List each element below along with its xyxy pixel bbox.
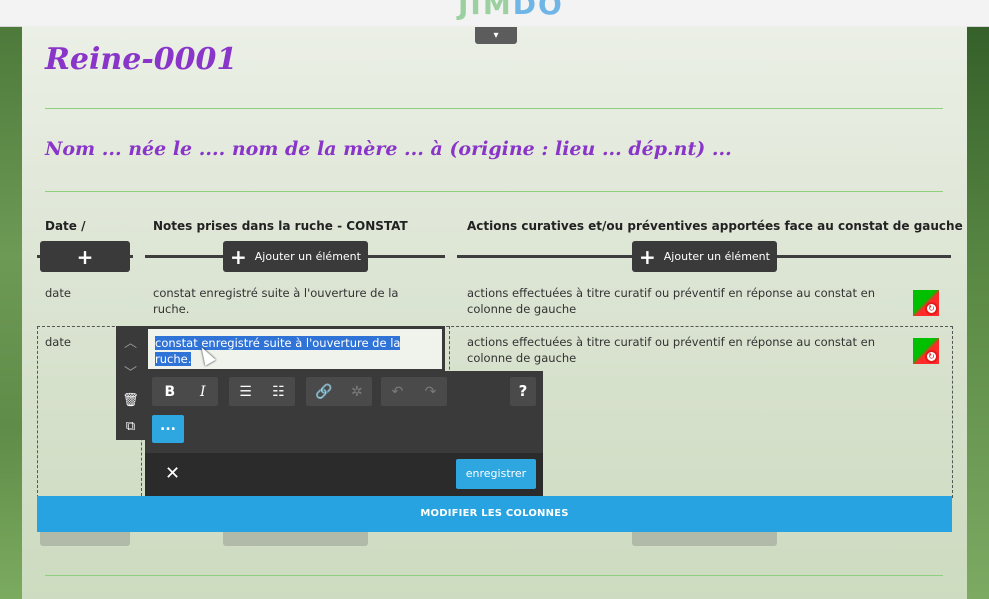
- save-button[interactable]: enregistrer: [456, 459, 536, 489]
- rich-text-editor[interactable]: constat enregistré suite à l'ouverture d…: [145, 326, 445, 372]
- add-element-button[interactable]: + Ajouter un élément: [632, 241, 777, 272]
- status-icon[interactable]: ↻: [913, 338, 939, 364]
- ordered-list-icon[interactable]: ☰: [239, 384, 252, 400]
- row-date: date: [45, 335, 71, 349]
- row-actions: actions effectuées à titre curatif ou pr…: [467, 335, 875, 365]
- redo-icon[interactable]: ↷: [425, 384, 437, 400]
- chevron-up-icon[interactable]: ︿: [124, 332, 137, 351]
- plus-icon: +: [639, 244, 656, 269]
- jimdo-logo: JIMDO: [458, 0, 564, 21]
- selected-text[interactable]: constat enregistré suite à l'ouverture d…: [155, 335, 401, 367]
- page-title: Reine-0001: [45, 42, 238, 77]
- add-element-label: Ajouter un élément: [663, 250, 770, 263]
- add-element-button[interactable]: + Ajouter un élément: [223, 241, 368, 272]
- history-group: ↶ ↷: [381, 377, 447, 406]
- plus-icon: +: [230, 244, 247, 269]
- trash-icon[interactable]: 🗑: [122, 393, 139, 408]
- column-header-actions: Actions curatives et/ou préventives appo…: [467, 219, 963, 233]
- block-side-tools: ︿ ﹀ 🗑 ⧉: [116, 326, 145, 440]
- add-element-button[interactable]: [632, 532, 777, 546]
- background-left: [0, 26, 22, 599]
- italic-icon[interactable]: I: [200, 384, 206, 400]
- add-element-button[interactable]: [40, 532, 130, 546]
- divider: [45, 575, 943, 576]
- unlink-icon[interactable]: ✲: [351, 384, 363, 400]
- row-actions: actions effectuées à titre curatif ou pr…: [467, 286, 875, 316]
- modify-columns-button[interactable]: MODIFIER LES COLONNES: [37, 496, 952, 532]
- chevron-down-icon[interactable]: ▾: [475, 27, 517, 44]
- link-icon[interactable]: 🔗: [315, 384, 332, 400]
- editor-toolbar: B I ☰ ☷ 🔗 ✲ ↶ ↷ ? ... ✕ enregistrer: [145, 371, 543, 497]
- format-group: B I: [152, 377, 218, 406]
- column-header-notes: Notes prises dans la ruche - CONSTAT: [153, 219, 408, 233]
- chevron-down-icon[interactable]: ﹀: [124, 362, 137, 381]
- background-right: [967, 26, 989, 599]
- unordered-list-icon[interactable]: ☷: [272, 384, 285, 400]
- more-options-button[interactable]: ...: [152, 415, 184, 443]
- add-element-button[interactable]: [223, 532, 368, 546]
- editor-footer: ✕ enregistrer: [145, 453, 543, 497]
- bold-icon[interactable]: B: [164, 384, 175, 400]
- top-bar: JIMDO: [0, 0, 989, 27]
- help-button[interactable]: ?: [510, 377, 536, 406]
- divider: [45, 108, 943, 109]
- page-subtitle: Nom ... née le .... nom de la mère ... à…: [45, 138, 732, 160]
- plus-icon: +: [76, 244, 94, 269]
- link-group: 🔗 ✲: [306, 377, 372, 406]
- undo-icon[interactable]: ↶: [392, 384, 404, 400]
- add-element-label: Ajouter un élément: [254, 250, 361, 263]
- copy-icon[interactable]: ⧉: [126, 419, 135, 434]
- divider: [45, 191, 943, 192]
- list-group: ☰ ☷: [229, 377, 295, 406]
- close-icon[interactable]: ✕: [165, 463, 180, 484]
- row-notes: constat enregistré suite à l'ouverture d…: [153, 286, 399, 316]
- row-date: date: [45, 286, 71, 300]
- add-element-button[interactable]: +: [40, 241, 130, 272]
- column-header-date: Date /: [45, 219, 86, 233]
- status-icon[interactable]: ↻: [913, 290, 939, 316]
